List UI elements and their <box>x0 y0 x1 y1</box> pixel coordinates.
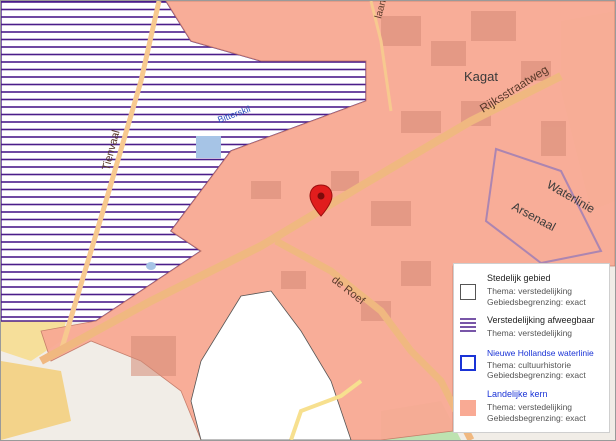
legend-swatch-outline-icon <box>460 284 476 300</box>
legend-line: Thema: verstedelijking <box>487 402 573 412</box>
legend-swatch-hatch-icon <box>460 318 476 332</box>
legend-swatch-fill-icon <box>460 400 476 416</box>
pond <box>196 136 221 158</box>
legend-title: Stedelijk gebied <box>487 273 551 283</box>
legend-line: Thema: cultuurhistorie <box>487 360 572 370</box>
legend-title: Nieuwe Hollandse waterlinie <box>487 348 594 358</box>
map-viewport[interactable]: Rijksstraatweg de Roef Tienvaal Bittersk… <box>0 0 616 441</box>
legend-line: Thema: verstedelijking <box>487 328 573 338</box>
legend-title: Landelijke kern <box>487 389 548 399</box>
legend-line: Gebiedsbegrenzing: exact <box>487 297 586 307</box>
legend-line: Thema: verstedelijking <box>487 286 573 296</box>
legend-swatch-outline-blue-icon <box>460 355 476 371</box>
place-label-kagat: Kagat <box>464 69 498 84</box>
small-pond <box>146 262 156 270</box>
legend-line: Gebiedsbegrenzing: exact <box>487 413 586 423</box>
map-legend: Stedelijk gebied Thema: verstedelijking … <box>453 263 610 433</box>
legend-title: Verstedelijking afweegbaar <box>487 315 595 325</box>
legend-line: Gebiedsbegrenzing: exact <box>487 370 586 380</box>
